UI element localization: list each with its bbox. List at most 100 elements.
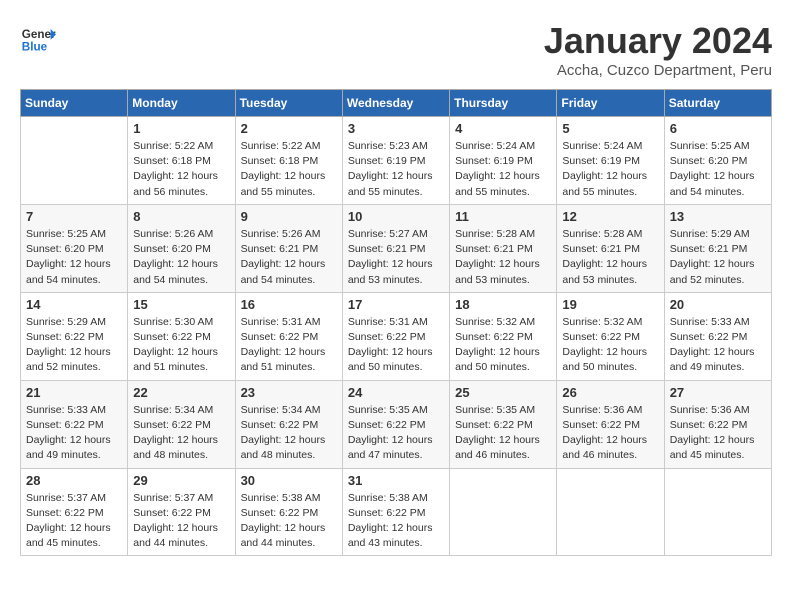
title-block: January 2024 Accha, Cuzco Department, Pe…: [544, 20, 772, 79]
day-number: 1: [133, 121, 229, 136]
calendar-day-cell: 1 Sunrise: 5:22 AM Sunset: 6:18 PM Daylig…: [128, 117, 235, 205]
calendar-header-cell: Friday: [557, 90, 664, 117]
calendar-day-cell: 6 Sunrise: 5:25 AM Sunset: 6:20 PM Daylig…: [664, 117, 771, 205]
calendar-day-cell: 10Sunrise: 5:27 AM Sunset: 6:21 PM Dayli…: [342, 204, 449, 292]
calendar-week-row: 7Sunrise: 5:25 AM Sunset: 6:20 PM Daylig…: [21, 204, 772, 292]
calendar-day-cell: 2 Sunrise: 5:22 AM Sunset: 6:18 PM Daylig…: [235, 117, 342, 205]
calendar-day-cell: 15 Sunrise: 5:30 AM Sunset: 6:22 PM Dayli…: [128, 292, 235, 380]
calendar-day-cell: 11 Sunrise: 5:28 AM Sunset: 6:21 PM Dayli…: [450, 204, 557, 292]
logo-icon: General Blue: [20, 20, 56, 56]
day-number: 6: [670, 121, 766, 136]
day-number: 15: [133, 297, 229, 312]
calendar-week-row: 21 Sunrise: 5:33 AM Sunset: 6:22 PM Dayli…: [21, 380, 772, 468]
calendar-day-cell: 7Sunrise: 5:25 AM Sunset: 6:20 PM Daylig…: [21, 204, 128, 292]
calendar-day-cell: 12 Sunrise: 5:28 AM Sunset: 6:21 PM Dayli…: [557, 204, 664, 292]
day-number: 11: [455, 209, 551, 224]
page-header: General Blue January 2024 Accha, Cuzco D…: [20, 20, 772, 79]
calendar-header-row: SundayMondayTuesdayWednesdayThursdayFrid…: [21, 90, 772, 117]
calendar-day-cell: [557, 468, 664, 556]
day-info: Sunrise: 5:22 AM Sunset: 6:18 PM Dayligh…: [241, 139, 337, 200]
day-number: 13: [670, 209, 766, 224]
calendar-header-cell: Tuesday: [235, 90, 342, 117]
calendar-header-cell: Saturday: [664, 90, 771, 117]
calendar-day-cell: 26Sunrise: 5:36 AM Sunset: 6:22 PM Dayli…: [557, 380, 664, 468]
calendar-day-cell: 23Sunrise: 5:34 AM Sunset: 6:22 PM Dayli…: [235, 380, 342, 468]
day-number: 23: [241, 385, 337, 400]
day-number: 26: [562, 385, 658, 400]
day-info: Sunrise: 5:29 AM Sunset: 6:22 PM Dayligh…: [26, 315, 122, 376]
day-info: Sunrise: 5:32 AM Sunset: 6:22 PM Dayligh…: [455, 315, 551, 376]
logo: General Blue: [20, 20, 56, 56]
calendar-day-cell: 14Sunrise: 5:29 AM Sunset: 6:22 PM Dayli…: [21, 292, 128, 380]
calendar-day-cell: 20 Sunrise: 5:33 AM Sunset: 6:22 PM Dayli…: [664, 292, 771, 380]
calendar-day-cell: [21, 117, 128, 205]
calendar-body: 1 Sunrise: 5:22 AM Sunset: 6:18 PM Daylig…: [21, 117, 772, 556]
day-info: Sunrise: 5:28 AM Sunset: 6:21 PM Dayligh…: [562, 227, 658, 288]
day-number: 16: [241, 297, 337, 312]
calendar-day-cell: 16 Sunrise: 5:31 AM Sunset: 6:22 PM Dayli…: [235, 292, 342, 380]
calendar-header-cell: Monday: [128, 90, 235, 117]
day-number: 30: [241, 473, 337, 488]
calendar-day-cell: 29Sunrise: 5:37 AM Sunset: 6:22 PM Dayli…: [128, 468, 235, 556]
day-info: Sunrise: 5:37 AM Sunset: 6:22 PM Dayligh…: [26, 491, 122, 552]
calendar-day-cell: 21 Sunrise: 5:33 AM Sunset: 6:22 PM Dayli…: [21, 380, 128, 468]
day-number: 21: [26, 385, 122, 400]
calendar-day-cell: 25 Sunrise: 5:35 AM Sunset: 6:22 PM Dayli…: [450, 380, 557, 468]
day-info: Sunrise: 5:24 AM Sunset: 6:19 PM Dayligh…: [455, 139, 551, 200]
calendar-day-cell: 27 Sunrise: 5:36 AM Sunset: 6:22 PM Dayli…: [664, 380, 771, 468]
calendar-day-cell: 17 Sunrise: 5:31 AM Sunset: 6:22 PM Dayli…: [342, 292, 449, 380]
day-number: 4: [455, 121, 551, 136]
day-number: 18: [455, 297, 551, 312]
day-number: 25: [455, 385, 551, 400]
day-number: 27: [670, 385, 766, 400]
day-info: Sunrise: 5:22 AM Sunset: 6:18 PM Dayligh…: [133, 139, 229, 200]
day-info: Sunrise: 5:29 AM Sunset: 6:21 PM Dayligh…: [670, 227, 766, 288]
day-info: Sunrise: 5:24 AM Sunset: 6:19 PM Dayligh…: [562, 139, 658, 200]
day-number: 12: [562, 209, 658, 224]
day-number: 17: [348, 297, 444, 312]
day-number: 3: [348, 121, 444, 136]
calendar-day-cell: [450, 468, 557, 556]
day-number: 9: [241, 209, 337, 224]
day-info: Sunrise: 5:38 AM Sunset: 6:22 PM Dayligh…: [348, 491, 444, 552]
day-info: Sunrise: 5:33 AM Sunset: 6:22 PM Dayligh…: [670, 315, 766, 376]
day-number: 20: [670, 297, 766, 312]
calendar-day-cell: 24Sunrise: 5:35 AM Sunset: 6:22 PM Dayli…: [342, 380, 449, 468]
day-number: 31: [348, 473, 444, 488]
calendar-day-cell: 13 Sunrise: 5:29 AM Sunset: 6:21 PM Dayli…: [664, 204, 771, 292]
day-number: 29: [133, 473, 229, 488]
calendar-day-cell: 30 Sunrise: 5:38 AM Sunset: 6:22 PM Dayli…: [235, 468, 342, 556]
calendar-day-cell: 28 Sunrise: 5:37 AM Sunset: 6:22 PM Dayli…: [21, 468, 128, 556]
day-info: Sunrise: 5:36 AM Sunset: 6:22 PM Dayligh…: [670, 403, 766, 464]
calendar-day-cell: [664, 468, 771, 556]
calendar-day-cell: 19Sunrise: 5:32 AM Sunset: 6:22 PM Dayli…: [557, 292, 664, 380]
day-info: Sunrise: 5:33 AM Sunset: 6:22 PM Dayligh…: [26, 403, 122, 464]
day-number: 2: [241, 121, 337, 136]
day-number: 22: [133, 385, 229, 400]
day-info: Sunrise: 5:27 AM Sunset: 6:21 PM Dayligh…: [348, 227, 444, 288]
day-number: 5: [562, 121, 658, 136]
calendar-day-cell: 22Sunrise: 5:34 AM Sunset: 6:22 PM Dayli…: [128, 380, 235, 468]
day-number: 8: [133, 209, 229, 224]
day-info: Sunrise: 5:32 AM Sunset: 6:22 PM Dayligh…: [562, 315, 658, 376]
calendar-day-cell: 4 Sunrise: 5:24 AM Sunset: 6:19 PM Daylig…: [450, 117, 557, 205]
calendar-day-cell: 5 Sunrise: 5:24 AM Sunset: 6:19 PM Daylig…: [557, 117, 664, 205]
calendar-header-cell: Sunday: [21, 90, 128, 117]
day-info: Sunrise: 5:31 AM Sunset: 6:22 PM Dayligh…: [241, 315, 337, 376]
calendar-day-cell: 3Sunrise: 5:23 AM Sunset: 6:19 PM Daylig…: [342, 117, 449, 205]
day-number: 7: [26, 209, 122, 224]
day-info: Sunrise: 5:28 AM Sunset: 6:21 PM Dayligh…: [455, 227, 551, 288]
day-info: Sunrise: 5:35 AM Sunset: 6:22 PM Dayligh…: [455, 403, 551, 464]
calendar-day-cell: 31 Sunrise: 5:38 AM Sunset: 6:22 PM Dayli…: [342, 468, 449, 556]
day-info: Sunrise: 5:38 AM Sunset: 6:22 PM Dayligh…: [241, 491, 337, 552]
day-info: Sunrise: 5:25 AM Sunset: 6:20 PM Dayligh…: [670, 139, 766, 200]
day-info: Sunrise: 5:30 AM Sunset: 6:22 PM Dayligh…: [133, 315, 229, 376]
day-info: Sunrise: 5:31 AM Sunset: 6:22 PM Dayligh…: [348, 315, 444, 376]
calendar-week-row: 1 Sunrise: 5:22 AM Sunset: 6:18 PM Daylig…: [21, 117, 772, 205]
calendar-week-row: 28 Sunrise: 5:37 AM Sunset: 6:22 PM Dayli…: [21, 468, 772, 556]
calendar-table: SundayMondayTuesdayWednesdayThursdayFrid…: [20, 89, 772, 556]
calendar-header-cell: Wednesday: [342, 90, 449, 117]
day-number: 24: [348, 385, 444, 400]
subtitle: Accha, Cuzco Department, Peru: [544, 62, 772, 79]
day-number: 28: [26, 473, 122, 488]
